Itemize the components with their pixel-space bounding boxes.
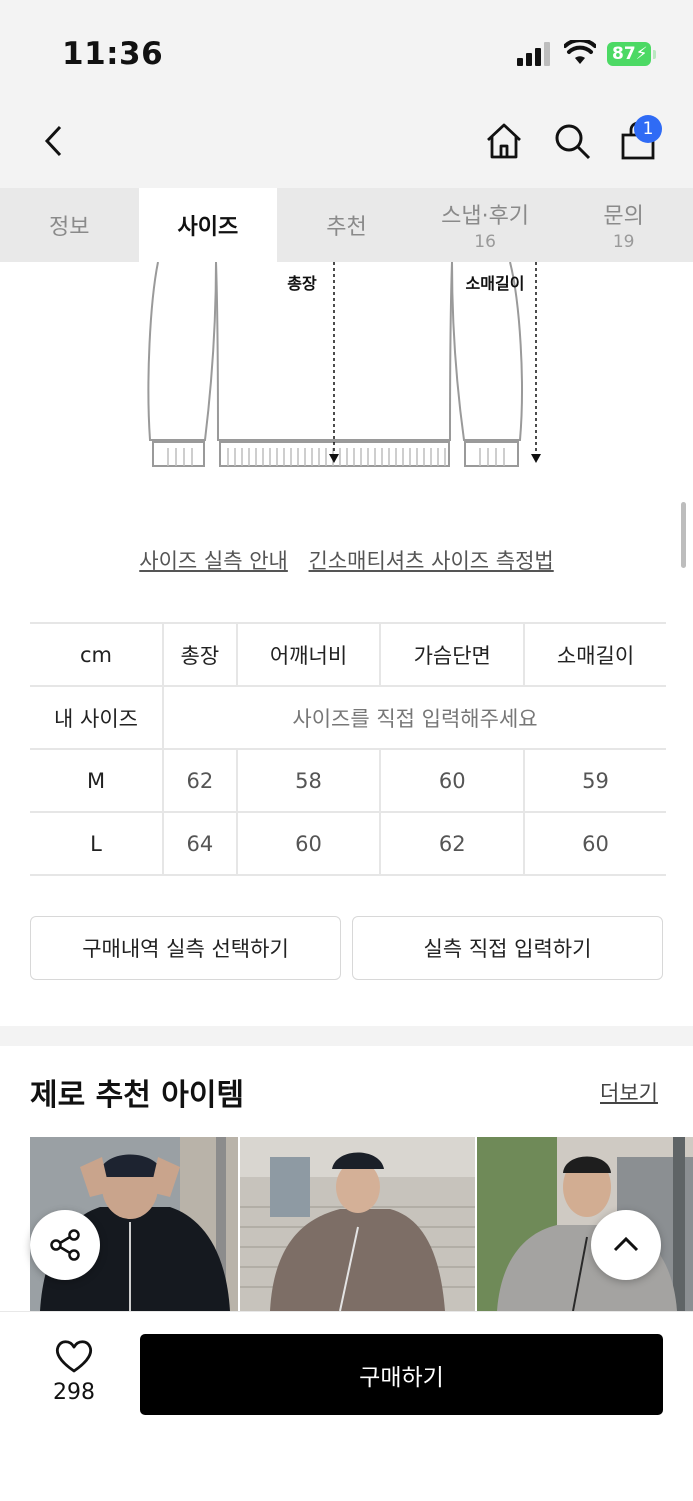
recommend-title: 제로 추천 아이템 [30, 1078, 245, 1113]
status-bar: 11:36 87⚡ [0, 0, 693, 95]
status-time: 11:36 [62, 36, 164, 72]
size-diagram: 총장 소매길이 [147, 262, 541, 467]
share-icon [50, 1229, 80, 1261]
top-nav [0, 95, 693, 188]
header-cell: 어깨너비 [236, 622, 382, 687]
battery-indicator: 87⚡ [607, 42, 651, 66]
tab-label: 스냅·후기 [441, 204, 530, 229]
home-button[interactable] [482, 119, 526, 163]
back-button[interactable] [36, 123, 72, 159]
table-cell: 59 [524, 749, 666, 813]
header-cell: 총장 [163, 622, 238, 687]
tab-count: 16 [474, 232, 496, 252]
scroll-top-icon [613, 1236, 639, 1252]
search-button[interactable] [550, 119, 594, 163]
cart-count-badge: 1 [634, 115, 662, 143]
product-image[interactable] [477, 1137, 693, 1311]
tab-label: 사이즈 [177, 215, 239, 240]
size-table: cm 총장 어깨너비 가슴단면 소매길이 내 사이즈 사이즈를 직접 입력해주세… [30, 622, 666, 876]
table-cell: 60 [236, 812, 382, 876]
share-button[interactable] [30, 1210, 100, 1280]
sleeve-arrow [531, 454, 541, 463]
buy-button[interactable]: 구매하기 [140, 1334, 663, 1415]
recommend-carousel[interactable] [30, 1137, 693, 1311]
tab-inquiry[interactable]: 문의 19 [554, 188, 693, 262]
table-cell: 60 [524, 812, 666, 876]
tab-recommend[interactable]: 추천 [277, 188, 416, 262]
tab-info[interactable]: 정보 [0, 188, 139, 262]
my-size-row[interactable]: 내 사이즈 사이즈를 직접 입력해주세요 [30, 686, 666, 750]
search-icon [555, 124, 591, 160]
tab-label: 정보 [49, 215, 90, 240]
signal-icon [517, 42, 550, 66]
size-label: M [30, 749, 164, 813]
table-cell: 60 [380, 749, 526, 813]
size-label: L [30, 812, 164, 876]
product-photo [477, 1137, 693, 1311]
product-photo [240, 1137, 475, 1311]
length-label: 총장 [287, 274, 317, 293]
table-cell: 64 [163, 812, 238, 876]
my-size-input-hint[interactable]: 사이즈를 직접 입력해주세요 [163, 686, 666, 750]
header-cell: 가슴단면 [380, 622, 526, 687]
size-guide-link[interactable]: 사이즈 실측 안내 [139, 549, 288, 573]
tab-size[interactable]: 사이즈 [138, 188, 278, 262]
home-icon [487, 123, 521, 159]
more-link[interactable]: 더보기 [600, 1077, 658, 1107]
header-cell: 소매길이 [524, 622, 666, 687]
length-arrow [329, 454, 339, 463]
table-row: M 62 58 60 59 [30, 749, 666, 813]
table-cell: 58 [236, 749, 382, 813]
wifi-icon [564, 40, 596, 64]
product-tabs: 정보 사이즈 추천 스냅·후기 16 문의 19 [0, 188, 693, 262]
my-size-label: 내 사이즈 [30, 686, 164, 750]
manual-input-button[interactable]: 실측 직접 입력하기 [352, 916, 663, 980]
battery-level: 87 [612, 44, 636, 64]
table-cell: 62 [163, 749, 238, 813]
tab-snap-review[interactable]: 스냅·후기 16 [416, 188, 555, 262]
sleeve-label: 소매길이 [466, 274, 525, 293]
measure-method-link[interactable]: 긴소매티셔츠 사이즈 측정법 [309, 549, 554, 573]
tab-label: 추천 [326, 215, 367, 240]
heart-icon [56, 1340, 92, 1373]
like-count: 298 [53, 1380, 95, 1405]
table-header-row: cm 총장 어깨너비 가슴단면 소매길이 [30, 622, 666, 687]
like-button[interactable]: 298 [40, 1338, 108, 1405]
table-row: L 64 60 62 60 [30, 812, 666, 876]
size-guide-links: 사이즈 실측 안내 긴소매티셔츠 사이즈 측정법 [0, 545, 693, 575]
scroll-top-button[interactable] [591, 1210, 661, 1280]
header-unit: cm [30, 622, 164, 687]
product-image[interactable] [240, 1137, 475, 1311]
back-icon [44, 125, 62, 157]
tab-count: 19 [612, 232, 635, 252]
select-from-history-button[interactable]: 구매내역 실측 선택하기 [30, 916, 341, 980]
section-divider [0, 1026, 693, 1046]
tab-label: 문의 [603, 204, 644, 229]
battery-cap [653, 50, 656, 59]
table-cell: 62 [380, 812, 526, 876]
